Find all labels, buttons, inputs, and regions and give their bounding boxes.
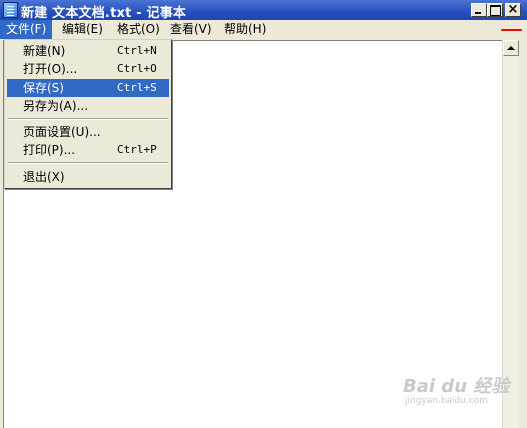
- vertical-scrollbar[interactable]: [502, 40, 519, 428]
- baidu-watermark: Bai du 经验 jingyan.baidu.com: [403, 372, 509, 412]
- menu-item-page-setup[interactable]: 页面设置(U)...: [7, 123, 169, 141]
- close-button[interactable]: ×: [505, 2, 521, 17]
- window-title: 新建 文本文档.txt - 记事本: [21, 6, 187, 21]
- menu-item-save-as[interactable]: 另存为(A)...: [7, 97, 169, 115]
- menu-item-label: 打开(O)...: [23, 62, 78, 76]
- menu-item-shortcut: Ctrl+S: [117, 81, 157, 94]
- menu-bar: 文件(F) 编辑(E) 格式(O) 查看(V) 帮助(H): [0, 20, 527, 39]
- menu-item-exit[interactable]: 退出(X): [7, 168, 169, 186]
- menu-item-shortcut: Ctrl+N: [117, 44, 157, 57]
- menu-separator: [8, 118, 168, 120]
- menu-help[interactable]: 帮助(H): [218, 20, 272, 39]
- menu-item-label: 新建(N): [23, 44, 66, 58]
- annotation-mark: [501, 29, 522, 31]
- menu-edit[interactable]: 编辑(E): [56, 20, 109, 39]
- menu-item-shortcut: Ctrl+O: [117, 62, 157, 75]
- menu-item-shortcut: Ctrl+P: [117, 143, 157, 156]
- menu-item-label: 保存(S): [23, 81, 64, 95]
- maximize-button[interactable]: [487, 3, 503, 17]
- menu-item-open[interactable]: 打开(O)... Ctrl+O: [7, 60, 169, 78]
- watermark-logo-text: Bai du 经验: [403, 376, 510, 397]
- menu-view[interactable]: 查看(V): [164, 20, 218, 39]
- file-menu-dropdown: 新建(N) Ctrl+N 打开(O)... Ctrl+O 保存(S) Ctrl+…: [4, 39, 172, 189]
- notepad-icon[interactable]: [3, 2, 18, 18]
- menu-separator: [8, 162, 168, 164]
- notepad-window: 新建 文本文档.txt - 记事本 × 文件(F) 编辑(E) 格式(O) 查看…: [0, 0, 527, 428]
- menu-format[interactable]: 格式(O): [111, 20, 166, 39]
- menu-item-new[interactable]: 新建(N) Ctrl+N: [7, 42, 169, 60]
- close-icon: ×: [507, 2, 519, 17]
- scroll-up-arrow-icon[interactable]: [503, 40, 519, 56]
- menu-item-print[interactable]: 打印(P)... Ctrl+P: [7, 141, 169, 159]
- menu-item-label: 退出(X): [23, 170, 65, 184]
- menu-item-save[interactable]: 保存(S) Ctrl+S: [7, 79, 169, 97]
- menu-file[interactable]: 文件(F): [0, 20, 53, 39]
- minimize-button[interactable]: [471, 3, 487, 17]
- menu-item-label: 另存为(A)...: [23, 99, 89, 113]
- title-bar[interactable]: 新建 文本文档.txt - 记事本 ×: [0, 0, 527, 21]
- menu-item-label: 打印(P)...: [23, 143, 76, 157]
- menu-item-label: 页面设置(U)...: [23, 125, 101, 139]
- window-border: [519, 40, 527, 428]
- watermark-url: jingyan.baidu.com: [405, 396, 489, 406]
